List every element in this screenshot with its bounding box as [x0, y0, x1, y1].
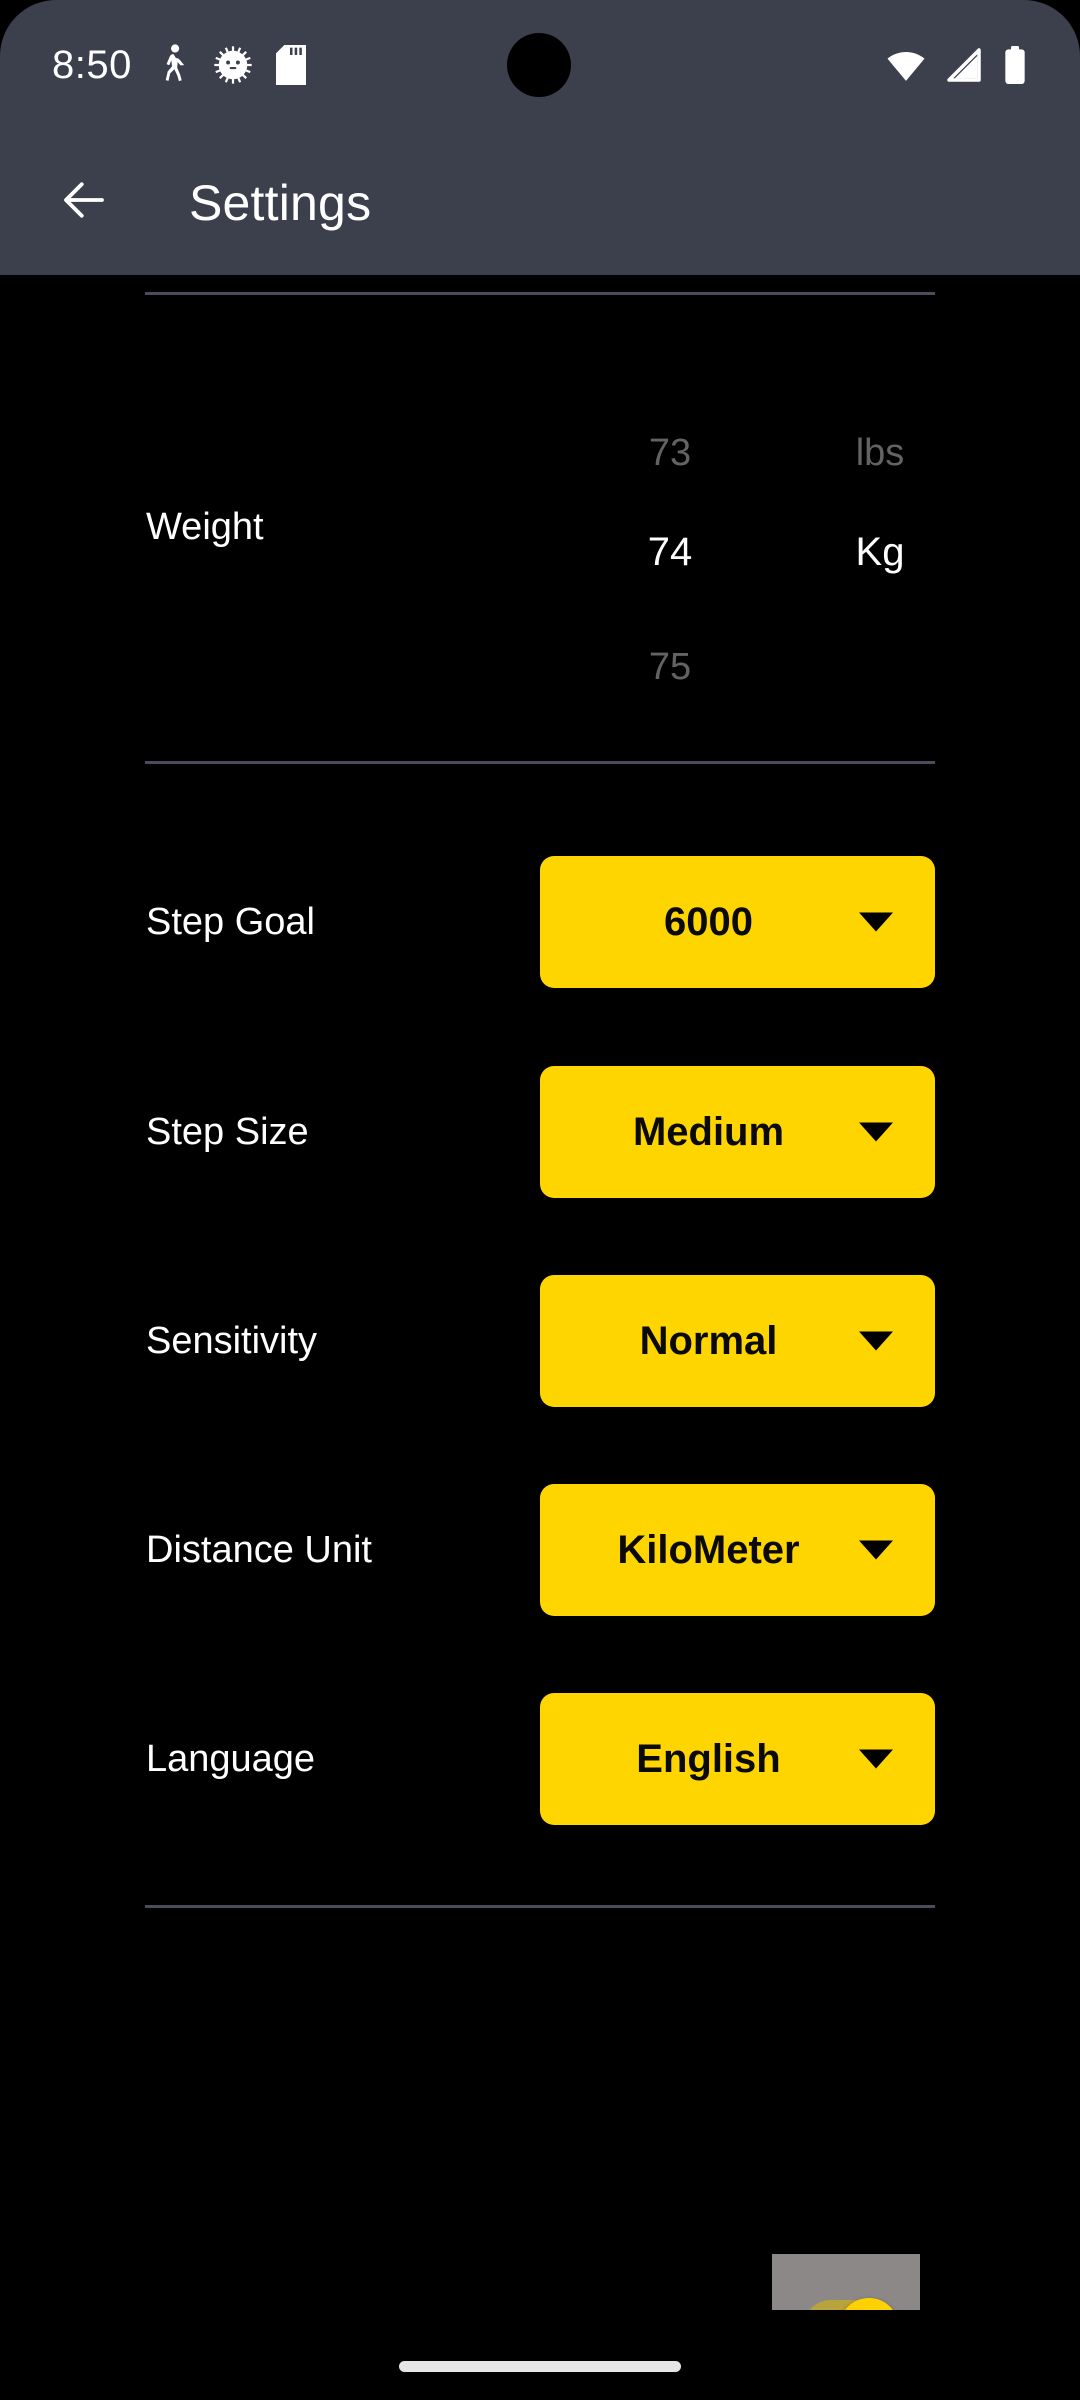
top-chrome: 8:50 Settings: [0, 0, 1080, 275]
battery-icon: [1002, 45, 1028, 85]
status-bar-left: 8:50: [52, 0, 306, 130]
status-bar-clock: 8:50: [52, 43, 132, 87]
sensitivity-label: Sensitivity: [146, 1320, 318, 1362]
setting-row-language: Language English: [0, 1689, 1080, 1829]
weight-value-selected[interactable]: 74: [580, 532, 760, 572]
weight-row: Weight 73 74 75 lbs Kg: [0, 292, 1080, 761]
setting-row-distance-unit: Distance Unit KiloMeter: [0, 1480, 1080, 1620]
weight-value-previous[interactable]: 73: [580, 434, 760, 472]
chevron-down-icon: [859, 1122, 893, 1142]
back-button[interactable]: [42, 161, 126, 245]
weight-value-picker[interactable]: 73 74 75: [580, 292, 760, 761]
divider-before-toggles: [145, 1905, 935, 1908]
chevron-down-icon: [859, 1749, 893, 1769]
divider-after-weight: [145, 761, 935, 764]
chevron-down-icon: [859, 912, 893, 932]
language-dropdown[interactable]: English: [540, 1693, 935, 1825]
home-gesture-pill[interactable]: [399, 2361, 681, 2372]
distance-unit-label: Distance Unit: [146, 1529, 372, 1571]
step-size-label: Step Size: [146, 1111, 309, 1153]
gesture-nav-bar: [0, 2310, 1080, 2400]
weight-unit-selected[interactable]: Kg: [790, 532, 970, 572]
weight-label: Weight: [146, 505, 264, 548]
walking-person-icon: [156, 44, 190, 86]
chevron-down-icon: [859, 1540, 893, 1560]
sensitivity-dropdown[interactable]: Normal: [540, 1275, 935, 1407]
page-title: Settings: [189, 174, 372, 231]
status-bar-right: [886, 0, 1028, 130]
camera-cutout: [507, 33, 571, 97]
step-goal-label: Step Goal: [146, 901, 315, 943]
step-goal-dropdown[interactable]: 6000: [540, 856, 935, 988]
weight-unit-previous[interactable]: lbs: [790, 434, 970, 472]
language-label: Language: [146, 1738, 316, 1780]
weight-value-next[interactable]: 75: [580, 648, 760, 686]
app-bar: Settings: [0, 130, 1080, 275]
cellular-signal-icon: [944, 45, 984, 85]
setting-row-sensitivity: Sensitivity Normal: [0, 1271, 1080, 1411]
chevron-down-icon: [859, 1331, 893, 1351]
distance-unit-dropdown[interactable]: KiloMeter: [540, 1484, 935, 1616]
back-arrow-icon: [57, 173, 111, 232]
wifi-icon: [886, 45, 926, 85]
phone-screen: 8:50 Settings Weight 73 74 75 lbs Kg Ste…: [0, 0, 1080, 2400]
setting-row-step-size: Step Size Medium: [0, 1062, 1080, 1202]
android-bug-icon: [214, 46, 252, 84]
settings-content: Weight 73 74 75 lbs Kg Step Goal 6000 St…: [0, 275, 1080, 2400]
step-size-dropdown[interactable]: Medium: [540, 1066, 935, 1198]
status-bar: 8:50: [0, 0, 1080, 130]
setting-row-step-goal: Step Goal 6000: [0, 852, 1080, 992]
sd-card-icon: [275, 45, 306, 85]
weight-unit-picker[interactable]: lbs Kg: [790, 292, 970, 761]
